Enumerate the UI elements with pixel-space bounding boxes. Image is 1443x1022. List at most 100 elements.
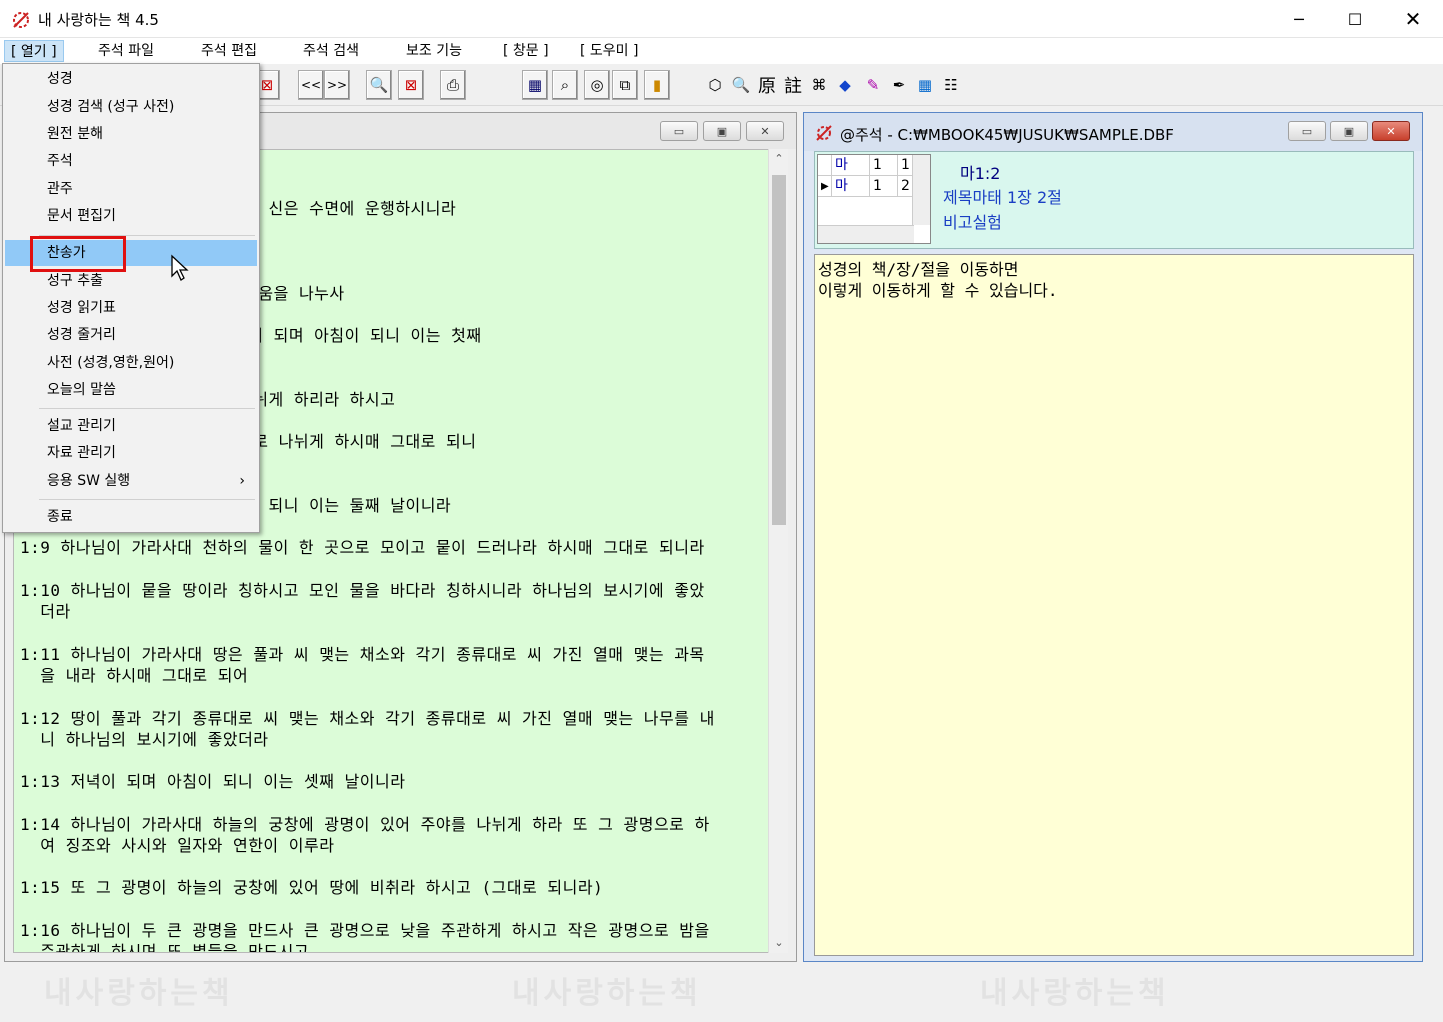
close-icon: ✕ [760, 124, 770, 138]
grid-vscroll[interactable] [912, 155, 930, 225]
scroll-thumb[interactable] [772, 175, 786, 525]
menu-note-edit[interactable]: 주석 편집 [195, 40, 263, 62]
app-logo-icon [816, 125, 832, 141]
restore-icon: ▣ [716, 124, 728, 138]
menu-item-bible-summary[interactable]: 성경 줄거리 [5, 322, 257, 348]
notes-window-caption: @주석 - C:₩MBOOK45₩JUSUK₩SAMPLE.DBF ▭ ▣ ✕ [804, 113, 1422, 151]
menu-item-bible[interactable]: 성경 [5, 66, 257, 92]
bible-close-button[interactable]: ✕ [746, 121, 784, 141]
search-doc-button[interactable]: ⌕ [552, 70, 578, 100]
audio-button[interactable]: ◎ [584, 70, 610, 100]
menu-item-daily-word[interactable]: 오늘의 말씀 [5, 377, 257, 403]
menu-separator [39, 499, 255, 500]
menu-item-run-app-label: 응용 SW 실행 [47, 473, 131, 489]
menu-help[interactable]: [ 도우미 ] [574, 40, 644, 62]
copy-button[interactable]: ⧉ [612, 70, 638, 100]
window-title: 내 사랑하는 책 4.5 [38, 11, 159, 29]
chevron-right-icon: › [239, 473, 245, 489]
edit-button[interactable]: ✎ [860, 70, 886, 100]
menu-item-sermon-manager[interactable]: 설교 관리기 [5, 413, 257, 439]
delete-doc-icon: ⊠ [260, 76, 274, 94]
table-icon: ▦ [527, 76, 543, 94]
book-button[interactable]: ▮ [644, 70, 670, 100]
minimize-button[interactable]: ─ [1270, 0, 1328, 38]
scroll-up-icon[interactable]: ⌃ [769, 149, 789, 169]
original-icon: 原 [758, 76, 776, 97]
app-logo-icon [13, 12, 29, 28]
menu-item-dictionary[interactable]: 사전 (성경,영한,원어) [5, 350, 257, 376]
menu-item-commentary[interactable]: 주석 [5, 148, 257, 174]
menu-item-reading-plan[interactable]: 성경 읽기표 [5, 295, 257, 321]
verse: 1:16 하나님이 두 큰 광명을 만드사 큰 광명으로 낮을 주관하게 하시고… [20, 921, 710, 953]
verse: 1:10 하나님이 뭍을 땅이라 칭하시고 모인 물을 바다라 칭하시니라 하나… [20, 581, 705, 621]
print-button[interactable]: ⎙ [440, 70, 466, 100]
notes-window-title: @주석 - C:₩MBOOK45₩JUSUK₩SAMPLE.DBF [840, 126, 1174, 144]
minimize-icon: ▭ [673, 124, 685, 138]
bookmark-button[interactable]: ◆ [832, 70, 858, 100]
notes-minimize-button[interactable]: ▭ [1288, 121, 1326, 141]
menu-aux-functions[interactable]: 보조 기능 [400, 40, 468, 62]
pen-button[interactable]: ✒ [886, 70, 912, 100]
watermark: 내사랑하는책 [512, 976, 702, 1011]
grid-book: 마 [832, 155, 870, 176]
cancel-icon: ⊠ [404, 76, 418, 94]
maximize-button[interactable]: ☐ [1326, 0, 1384, 38]
note-title: 제목마태 1장 2절 [943, 188, 1062, 207]
scroll-button[interactable]: ⌘ [806, 70, 832, 100]
menu-item-cross-reference[interactable]: 관주 [5, 176, 257, 202]
bible-restore-button[interactable]: ▣ [703, 121, 741, 141]
prev-icon: << [300, 78, 322, 92]
menu-item-exit[interactable]: 종료 [5, 504, 257, 530]
scroll-down-icon[interactable]: ⌄ [769, 933, 789, 953]
original-button[interactable]: 原 [754, 70, 780, 100]
menu-item-data-manager[interactable]: 자료 관리기 [5, 440, 257, 466]
note-reference: 마1:2 [960, 164, 1001, 183]
watermark: 내사랑하는책 [980, 976, 1170, 1011]
calendar-icon: ▦ [917, 76, 933, 94]
prev-button[interactable]: << [298, 70, 324, 100]
notes-close-button[interactable]: ✕ [1372, 121, 1410, 141]
annotation-icon: 註 [784, 76, 802, 97]
menu-open[interactable]: [ 열기 ] [4, 40, 64, 62]
list-icon: ☷ [944, 76, 958, 94]
menu-item-run-app[interactable]: 응용 SW 실행 › [5, 468, 257, 494]
menu-item-bible-search[interactable]: 성경 검색 (성구 사전) [5, 94, 257, 120]
menu-separator [39, 408, 255, 409]
next-button[interactable]: >> [324, 70, 350, 100]
note-body-editor[interactable]: 성경의 책/장/절을 이동하면 이렇게 이동하게 할 수 있습니다. [814, 254, 1414, 956]
find-icon: 🔍 [369, 76, 389, 94]
annotation-button[interactable]: 註 [780, 70, 806, 100]
grid-hscroll[interactable] [818, 225, 914, 243]
verse: 1:9 하나님이 가라사대 천하의 물이 한 곳으로 모이고 뭍이 드러나라 하… [20, 538, 705, 557]
scroll-icon: ⌘ [811, 76, 827, 94]
menu-item-original-analysis[interactable]: 원전 분해 [5, 121, 257, 147]
notes-restore-button[interactable]: ▣ [1330, 121, 1368, 141]
list-button[interactable]: ☷ [938, 70, 964, 100]
menu-note-file[interactable]: 주석 파일 [92, 40, 160, 62]
table-button[interactable]: ▦ [522, 70, 548, 100]
calendar-button[interactable]: ▦ [912, 70, 938, 100]
bible-scrollbar[interactable]: ⌃ ⌄ [768, 149, 788, 953]
magnifier-button[interactable]: 🔍 [728, 70, 754, 100]
menu-window[interactable]: [ 창문 ] [497, 40, 555, 62]
grid-row[interactable]: 마 1 1 [818, 155, 914, 176]
row-selector [818, 155, 832, 176]
bible-minimize-button[interactable]: ▭ [660, 121, 698, 141]
menu-note-search[interactable]: 주석 검색 [297, 40, 365, 62]
close-button[interactable]: ✕ [1384, 0, 1442, 38]
cancel-button[interactable]: ⊠ [398, 70, 424, 100]
minimize-icon: ▭ [1301, 124, 1313, 138]
mouse-cursor-icon [171, 254, 189, 281]
edit-icon: ✎ [866, 76, 880, 94]
find-button[interactable]: 🔍 [366, 70, 392, 100]
tag-button[interactable]: ⬡ [702, 70, 728, 100]
book-icon: ▮ [652, 76, 662, 94]
open-menu-dropdown: 성경 성경 검색 (성구 사전) 원전 분해 주석 관주 문서 편집기 찬송가 … [2, 63, 260, 533]
verse-grid[interactable]: 마 1 1 ▶ 마 1 2 [817, 154, 931, 244]
grid-row[interactable]: ▶ 마 1 2 [818, 176, 914, 197]
menu-item-document-editor[interactable]: 문서 편집기 [5, 203, 257, 229]
watermark: 내사랑하는책 [44, 976, 234, 1011]
tag-icon: ⬡ [708, 76, 722, 94]
next-icon: >> [326, 78, 348, 92]
verse: 1:12 땅이 풀과 각기 종류대로 씨 맺는 채소와 각기 종류대로 씨 가진… [20, 709, 715, 749]
